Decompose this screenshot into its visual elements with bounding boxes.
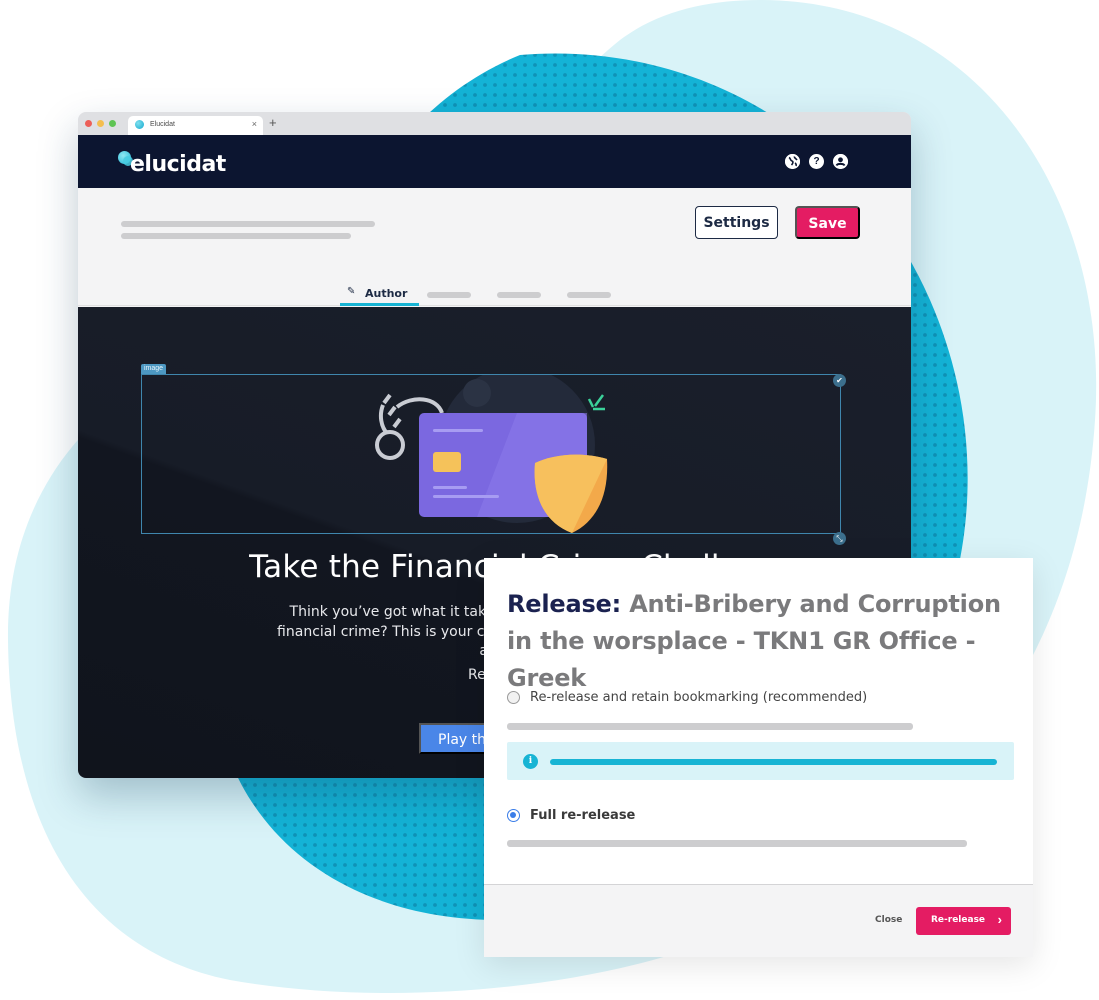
- image-block-selection[interactable]: image ✔ ⤡: [141, 364, 846, 545]
- option-retain-bookmarking[interactable]: Re-release and retain bookmarking (recom…: [507, 690, 867, 705]
- header-icons: ?: [785, 154, 848, 169]
- option-full-rerelease-label: Full re-release: [530, 808, 636, 823]
- title-placeholder-skeleton: [121, 221, 375, 227]
- card-chip-icon: [433, 452, 461, 472]
- check-icon[interactable]: ✔: [833, 374, 846, 387]
- tab-placeholder-3[interactable]: [497, 292, 541, 298]
- option-description-skeleton: [507, 840, 967, 847]
- option-retain-bookmarking-label: Re-release and retain bookmarking (recom…: [530, 690, 868, 705]
- dialog-footer: Close Re-release ›: [484, 884, 1033, 957]
- browser-tab-title: Elucidat: [150, 121, 175, 128]
- tab-placeholder-2[interactable]: [427, 292, 471, 298]
- chevron-right-icon: ›: [997, 912, 1002, 927]
- pencil-icon: ✎: [347, 286, 356, 297]
- radio-full-rerelease[interactable]: [507, 809, 520, 822]
- rerelease-button[interactable]: Re-release ›: [916, 907, 1011, 935]
- tab-author-label: Author: [365, 287, 408, 300]
- minimize-window-button[interactable]: [97, 120, 104, 127]
- tab-close-icon[interactable]: ×: [252, 119, 257, 129]
- maximize-window-button[interactable]: [109, 120, 116, 127]
- info-notice: i: [507, 742, 1014, 780]
- info-icon: i: [523, 754, 538, 769]
- rerelease-button-label: Re-release: [931, 915, 986, 925]
- dialog-title: Release: Anti-Bribery and Corruption in …: [507, 586, 1017, 697]
- close-window-button[interactable]: [85, 120, 92, 127]
- image-block-tag: image: [141, 364, 167, 374]
- card-line: [433, 429, 483, 432]
- dialog-title-keyword: Release:: [507, 590, 622, 618]
- tab-placeholder-4[interactable]: [567, 292, 611, 298]
- radio-retain-bookmarking[interactable]: [507, 691, 520, 704]
- card-line: [433, 486, 467, 489]
- resize-icon[interactable]: ⤡: [833, 532, 846, 545]
- tab-author[interactable]: ✎ Author: [340, 285, 419, 306]
- illustration-backdrop-small-circle: [463, 379, 491, 407]
- browser-tab[interactable]: Elucidat ×: [128, 116, 263, 135]
- info-text-skeleton: [550, 759, 997, 765]
- browser-chrome: Elucidat × +: [78, 112, 911, 135]
- option-full-rerelease[interactable]: Full re-release: [507, 808, 635, 823]
- release-dialog: Release: Anti-Bribery and Corruption in …: [484, 558, 1033, 957]
- editor-toolbar: Settings Save ✎ Author: [78, 188, 911, 306]
- logo-text: elucidat: [130, 152, 226, 177]
- user-icon[interactable]: [833, 154, 848, 169]
- save-button[interactable]: Save: [795, 206, 860, 239]
- close-button[interactable]: Close: [875, 915, 902, 925]
- card-line: [433, 495, 499, 498]
- option-description-skeleton: [507, 723, 913, 730]
- globe-icon[interactable]: [785, 154, 800, 169]
- app-header: elucidat ?: [78, 135, 911, 188]
- subtitle-placeholder-skeleton: [121, 233, 351, 239]
- settings-button[interactable]: Settings: [695, 206, 778, 239]
- financial-crime-illustration: [375, 375, 608, 533]
- help-icon[interactable]: ?: [809, 154, 824, 169]
- spark-icon: [587, 394, 605, 411]
- elucidat-favicon-icon: [135, 120, 144, 129]
- new-tab-button[interactable]: +: [269, 115, 277, 131]
